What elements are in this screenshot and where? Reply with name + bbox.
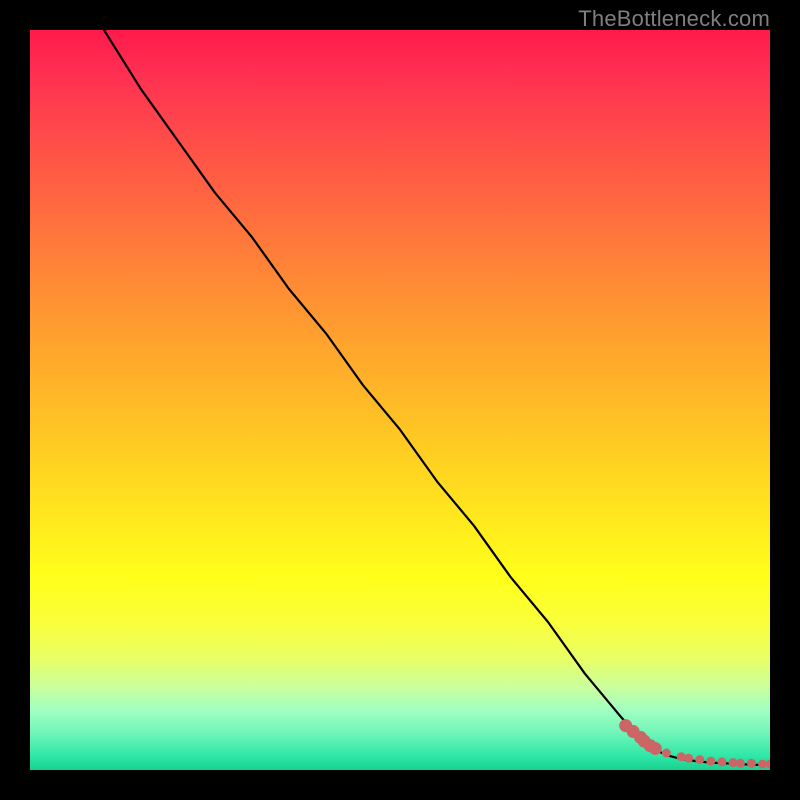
chart-svg [30,30,770,770]
data-point [662,749,671,758]
data-point [766,760,771,769]
data-point [736,759,745,768]
data-point [747,759,756,768]
data-point [649,742,662,755]
chart-frame: TheBottleneck.com [0,0,800,800]
data-point [695,755,704,764]
data-point [677,752,686,761]
watermark-label: TheBottleneck.com [578,6,770,32]
data-point [706,757,715,766]
data-point [717,757,726,766]
bottleneck-curve-path [104,30,770,765]
data-point [684,754,693,763]
